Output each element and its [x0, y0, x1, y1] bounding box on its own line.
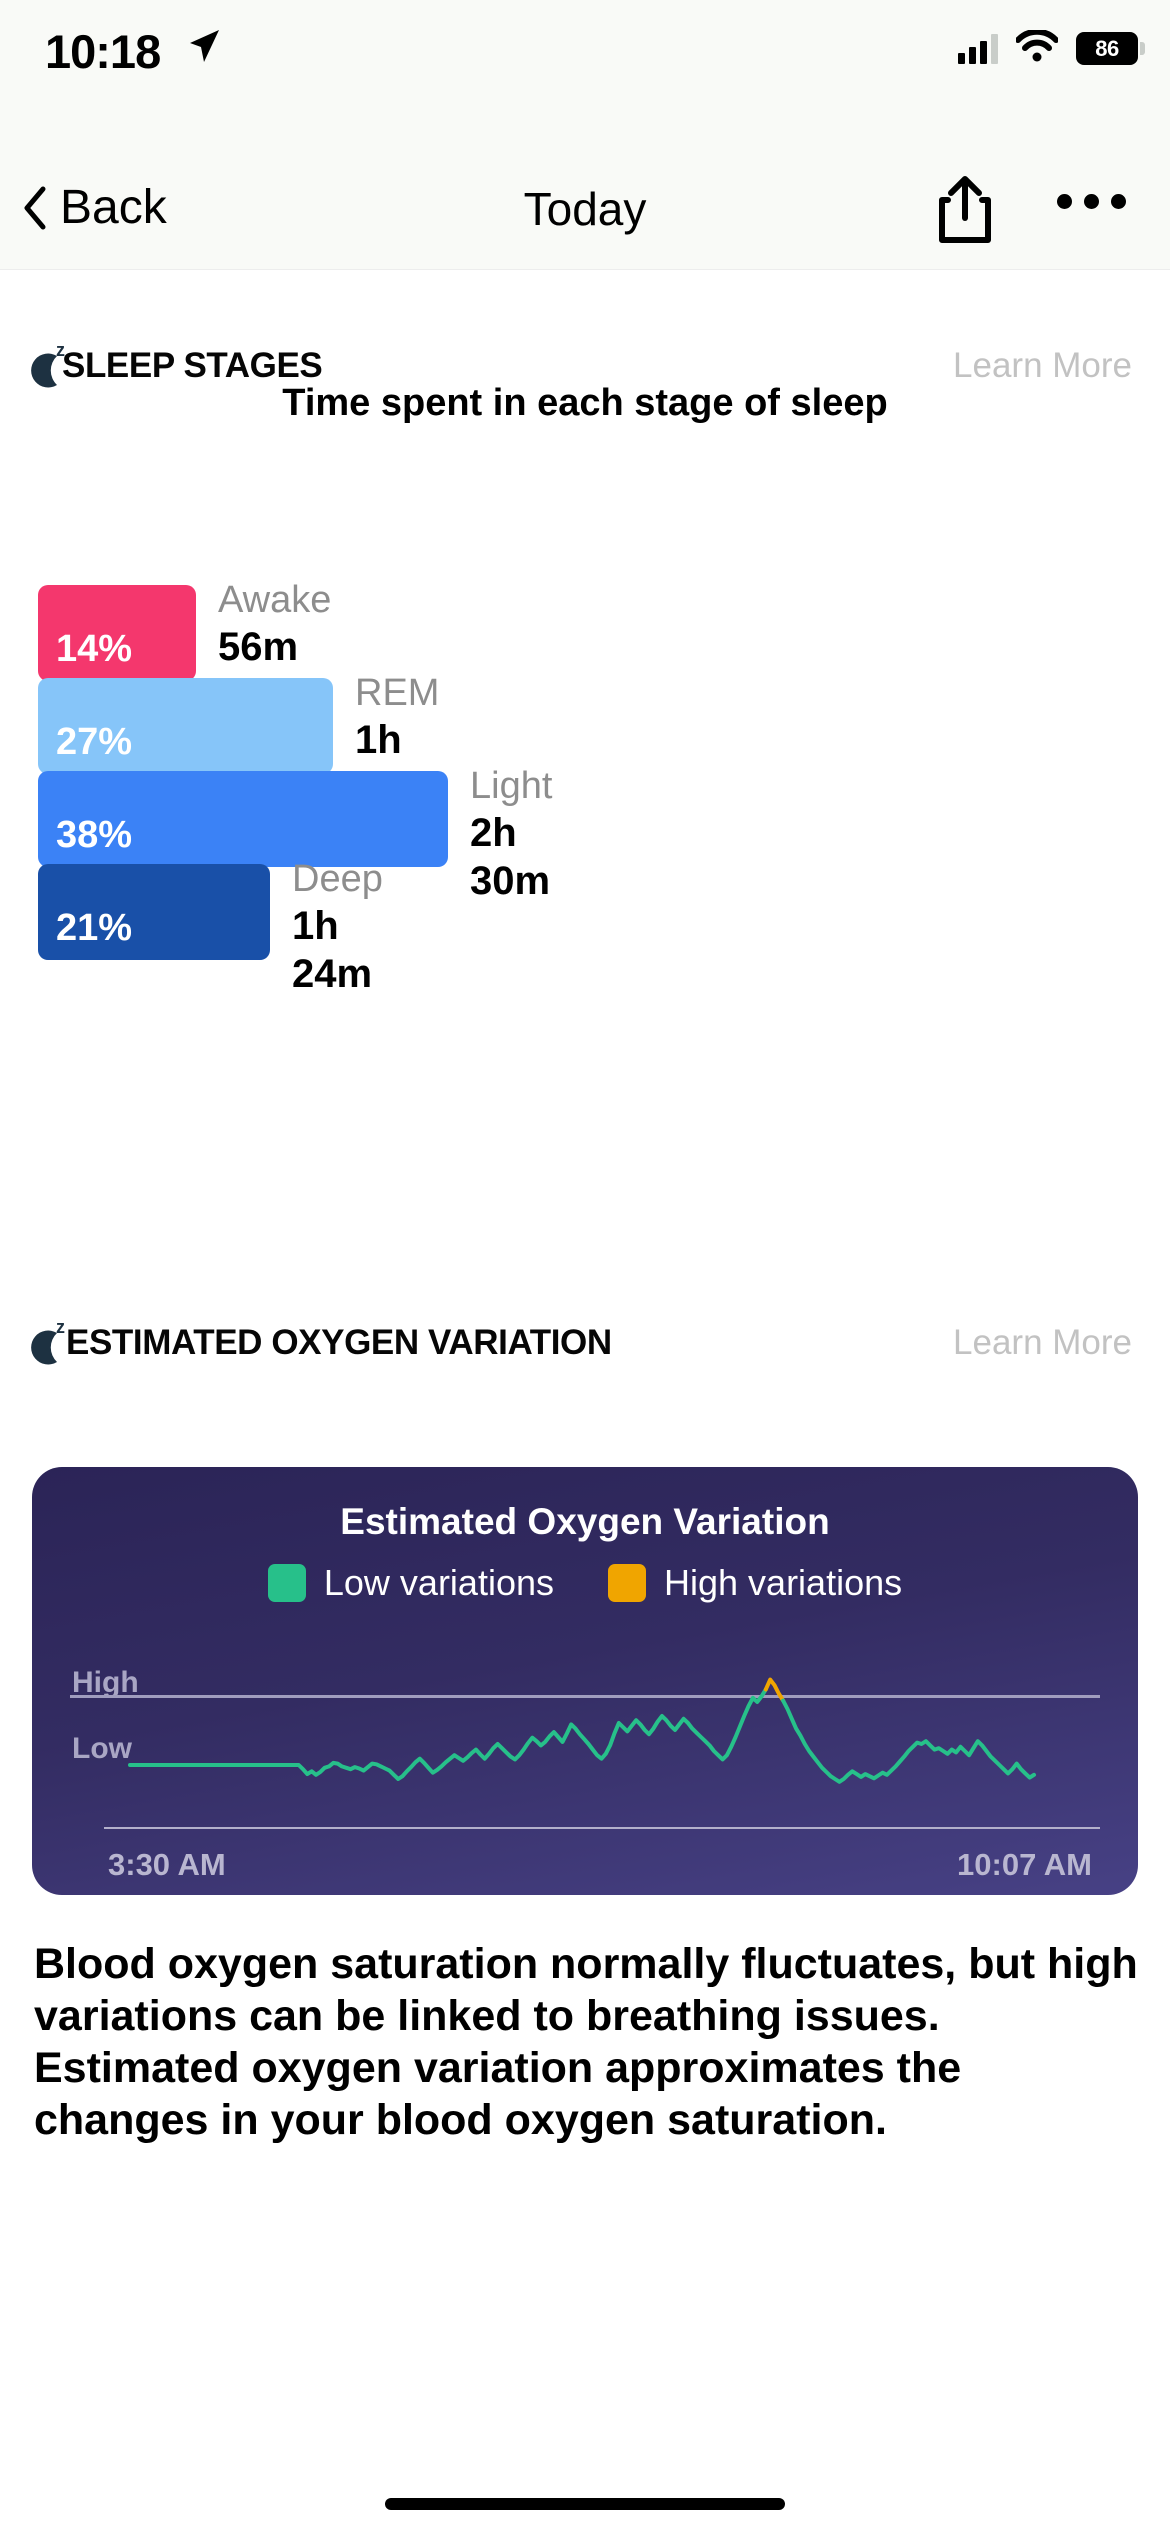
sleep-stage-row[interactable]: 38% Light 2h 30m — [38, 765, 552, 903]
oxygen-description: Blood oxygen saturation normally fluctua… — [34, 1940, 1138, 2144]
navigation-bar: Back Today — [0, 150, 1170, 270]
sleep-stage-row[interactable]: 27%REM1h 47m — [38, 672, 439, 810]
sleep-stage-row[interactable]: 21% Deep 1h 24m — [38, 858, 383, 996]
sleep-stage-bar: 27% — [38, 678, 333, 774]
status-time: 10:18 — [45, 25, 161, 78]
sleep-stage-name: Awake — [218, 579, 332, 621]
status-bar: 10:18 86 — [0, 0, 1170, 150]
share-icon[interactable] — [935, 174, 995, 251]
sleep-stage-percent: 38% — [56, 814, 133, 856]
sleep-stage-percent: 21% — [56, 907, 133, 949]
status-indicators: 86 — [958, 28, 1145, 67]
sleep-stage-meta: Deep 1h 24m — [292, 856, 383, 998]
sleep-stage-percent: 14% — [56, 628, 133, 670]
sleep-stage-duration: 1h 24m — [292, 904, 373, 996]
more-options-icon[interactable] — [1057, 194, 1126, 209]
sleep-stages-title: SLEEP STAGES — [62, 346, 323, 385]
battery-indicator: 86 — [1076, 32, 1145, 65]
sleep-stage-duration: 2h 30m — [470, 811, 551, 903]
sleep-stage-bar: 14% — [38, 585, 196, 681]
sleep-stage-row[interactable]: 14% Awake 56m — [38, 579, 331, 681]
sleep-stage-percent: 27% — [56, 721, 133, 763]
oxygen-variation-line — [128, 1677, 1036, 1784]
location-arrow-icon — [187, 28, 221, 69]
home-indicator — [385, 2498, 785, 2510]
svg-text:z: z — [56, 1317, 65, 1337]
sleep-stage-name: Light — [470, 765, 553, 807]
sleep-stage-bar: 21% — [38, 864, 270, 960]
oxygen-learn-more-link[interactable]: Learn More — [953, 1323, 1132, 1363]
battery-level: 86 — [1095, 35, 1119, 61]
sleep-stage-bar: 38% — [38, 771, 448, 867]
cellular-bars-icon — [958, 33, 998, 64]
sleep-learn-more-link[interactable]: Learn More — [953, 346, 1132, 386]
wifi-icon — [1015, 28, 1059, 67]
sleep-stage-name: Deep — [292, 858, 383, 900]
sleep-stages-subtitle: Time spent in each stage of sleep — [282, 382, 888, 424]
oxygen-variation-chart-card[interactable]: Estimated Oxygen Variation Low variation… — [32, 1467, 1138, 1895]
sleep-stage-meta: Light 2h 30m — [470, 763, 552, 905]
sleep-stage-name: REM — [355, 672, 440, 714]
sleep-stage-duration: 56m — [218, 625, 299, 669]
oxygen-section-title: ESTIMATED OXYGEN VARIATION — [66, 1323, 612, 1362]
sleep-stage-meta: Awake 56m — [218, 577, 331, 671]
